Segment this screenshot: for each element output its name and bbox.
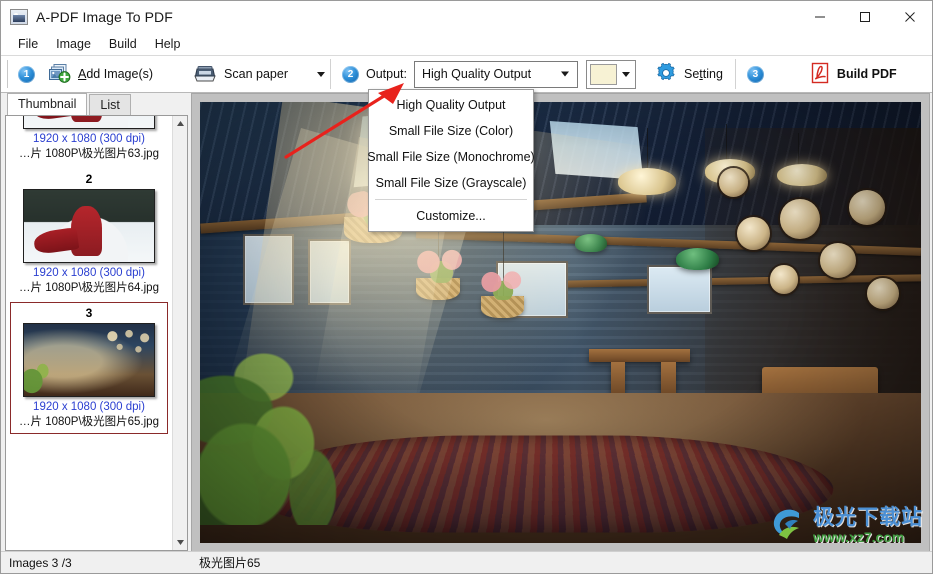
thumbnail-image xyxy=(23,189,155,263)
page-color-picker[interactable] xyxy=(585,59,636,89)
minimize-button[interactable] xyxy=(797,1,842,32)
thumbnail-list[interactable]: 1920 x 1080 (300 dpi) …片 1080P\极光图片63.jp… xyxy=(6,116,172,550)
sidebar-scrollbar[interactable] xyxy=(172,116,187,550)
add-images-icon xyxy=(49,63,71,86)
list-item-selected[interactable]: 3 1920 x 1080 (300 dpi) …片 1080P\极光图片65.… xyxy=(10,302,168,434)
menu-image[interactable]: Image xyxy=(47,34,100,54)
chevron-down-icon xyxy=(621,71,630,77)
dropdown-item-small-grayscale[interactable]: Small File Size (Grayscale) xyxy=(369,170,533,196)
scan-paper-dropdown-button[interactable] xyxy=(316,59,325,89)
scan-paper-button[interactable]: Scan paper xyxy=(186,59,295,89)
menu-help[interactable]: Help xyxy=(146,34,190,54)
dropdown-item-small-monochrome[interactable]: Small File Size (Monochrome) xyxy=(367,144,534,170)
thumbnail-index: 2 xyxy=(85,172,93,186)
title-bar: A-PDF Image To PDF xyxy=(1,1,932,32)
setting-button[interactable]: Setting xyxy=(648,59,730,89)
thumbnail-image xyxy=(23,116,155,129)
dropdown-item-small-color[interactable]: Small File Size (Color) xyxy=(369,118,533,144)
maximize-button[interactable] xyxy=(842,1,887,32)
pdf-icon xyxy=(810,62,830,87)
output-dropdown-menu: High Quality Output Small File Size (Col… xyxy=(367,89,535,232)
preview-pane: 极光下载站 www.xz7.com 极光图片65 xyxy=(191,93,932,573)
thumbnail-filename: …片 1080P\极光图片64.jpg xyxy=(19,282,159,294)
step-2-badge: 2 xyxy=(341,65,359,83)
thumbnail-dimensions: 1920 x 1080 (300 dpi) xyxy=(33,267,145,279)
window-controls xyxy=(797,1,932,32)
color-dropdown-caret[interactable] xyxy=(617,71,635,77)
toolbar-separator-2 xyxy=(734,59,736,89)
add-images-button[interactable]: Add Image(s) xyxy=(42,59,160,89)
setting-label: Setting xyxy=(683,67,723,81)
menu-file[interactable]: File xyxy=(9,34,47,54)
thumbnail-image xyxy=(23,323,155,397)
thumbnail-panel: 1920 x 1080 (300 dpi) …片 1080P\极光图片63.jp… xyxy=(5,115,188,551)
image-preview[interactable]: 极光下载站 www.xz7.com xyxy=(191,93,930,551)
tab-thumbnail[interactable]: Thumbnail xyxy=(7,93,88,115)
main-toolbar: 1 Add Image(s) Scan paper 2 Output: High… xyxy=(1,55,932,93)
preview-image xyxy=(200,102,921,543)
gear-icon xyxy=(655,62,677,87)
add-images-label: Add Image(s) xyxy=(78,67,154,81)
toolbar-grip[interactable] xyxy=(5,60,8,88)
list-item[interactable]: 2 1920 x 1080 (300 dpi) …片 1080P\极光图片64.… xyxy=(10,168,168,300)
thumbnail-filename: …片 1080P\极光图片63.jpg xyxy=(19,148,159,160)
menu-bar: File Image Build Help xyxy=(1,32,932,55)
window-title: A-PDF Image To PDF xyxy=(36,8,173,25)
list-item[interactable]: 1920 x 1080 (300 dpi) …片 1080P\极光图片63.jp… xyxy=(10,116,168,166)
thumbnail-index: 3 xyxy=(85,306,93,320)
output-combobox-value: High Quality Output xyxy=(421,67,532,81)
scan-paper-label: Scan paper xyxy=(224,67,288,81)
scroll-up-icon[interactable] xyxy=(174,117,187,130)
sidebar: Thumbnail List 1920 x 1080 (300 dpi) …片 … xyxy=(1,93,191,573)
preview-status-bar: 极光图片65 xyxy=(191,551,932,573)
color-swatch xyxy=(589,63,617,85)
output-label: Output: xyxy=(365,67,407,81)
menu-build[interactable]: Build xyxy=(100,34,146,54)
scroll-down-icon[interactable] xyxy=(174,536,187,549)
build-pdf-label: Build PDF xyxy=(836,67,897,81)
sidebar-tabs: Thumbnail List xyxy=(1,93,191,115)
step-1-badge: 1 xyxy=(18,65,35,83)
chevron-down-icon xyxy=(316,71,325,77)
dropdown-separator xyxy=(375,199,527,200)
toolbar-separator-1 xyxy=(329,59,331,89)
thumbnail-dimensions: 1920 x 1080 (300 dpi) xyxy=(33,133,145,145)
scanner-icon xyxy=(193,63,217,86)
thumbnail-dimensions: 1920 x 1080 (300 dpi) xyxy=(33,401,145,413)
application-window: A-PDF Image To PDF File Image Build Help… xyxy=(0,0,933,574)
build-pdf-button[interactable]: Build PDF xyxy=(803,59,904,89)
step-3-badge: 3 xyxy=(746,65,764,83)
output-combobox[interactable]: High Quality Output xyxy=(413,60,578,88)
images-count-status: Images 3 /3 xyxy=(1,551,191,573)
chevron-down-icon xyxy=(560,71,569,77)
tab-list[interactable]: List xyxy=(89,94,131,115)
dropdown-item-customize[interactable]: Customize... xyxy=(369,203,533,229)
close-button[interactable] xyxy=(887,1,932,32)
thumbnail-filename: …片 1080P\极光图片65.jpg xyxy=(19,416,159,428)
dropdown-item-high-quality[interactable]: High Quality Output xyxy=(369,92,533,118)
scrollbar-track[interactable] xyxy=(173,130,187,536)
app-image-icon xyxy=(10,8,28,25)
